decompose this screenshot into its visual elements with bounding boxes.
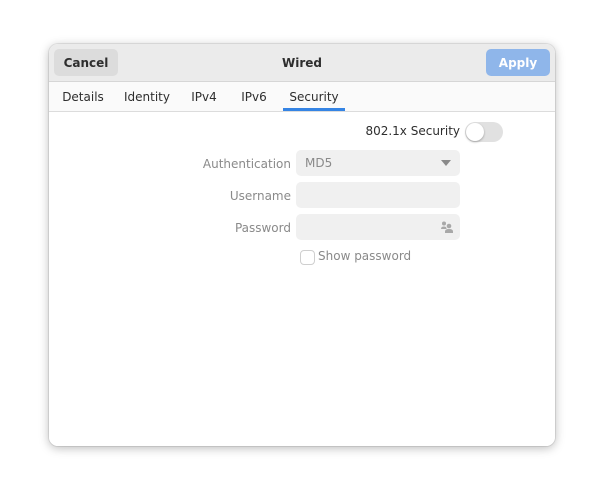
tab-ipv4[interactable]: IPv4 xyxy=(185,82,223,111)
username-label: Username xyxy=(229,189,291,203)
header-bar: Cancel Wired Apply xyxy=(49,44,555,82)
wired-settings-dialog: Cancel Wired Apply Details Identity IPv4… xyxy=(49,44,555,446)
tab-security[interactable]: Security xyxy=(283,82,345,111)
authentication-dropdown[interactable]: MD5 xyxy=(296,150,460,176)
authentication-label: Authentication xyxy=(202,157,291,171)
apply-button[interactable]: Apply xyxy=(486,49,550,76)
user-group-icon[interactable] xyxy=(440,220,454,234)
username-input[interactable] xyxy=(296,182,460,208)
security-page: 802.1x Security Authentication MD5 Usern… xyxy=(49,112,555,446)
8021x-security-label: 802.1x Security xyxy=(365,124,460,138)
show-password-checkbox[interactable] xyxy=(300,250,315,265)
password-label: Password xyxy=(234,221,291,235)
dialog-title: Wired xyxy=(282,55,322,70)
cancel-button[interactable]: Cancel xyxy=(54,49,118,76)
dropdown-arrow-icon xyxy=(441,160,451,166)
show-password-label[interactable]: Show password xyxy=(318,249,411,263)
toggle-knob xyxy=(466,123,484,141)
authentication-value: MD5 xyxy=(305,156,333,170)
tab-ipv6[interactable]: IPv6 xyxy=(235,82,273,111)
8021x-security-toggle[interactable] xyxy=(465,122,503,142)
password-input[interactable] xyxy=(296,214,460,240)
tab-identity[interactable]: Identity xyxy=(117,82,177,111)
tab-details[interactable]: Details xyxy=(55,82,111,111)
tab-bar: Details Identity IPv4 IPv6 Security xyxy=(49,82,555,112)
